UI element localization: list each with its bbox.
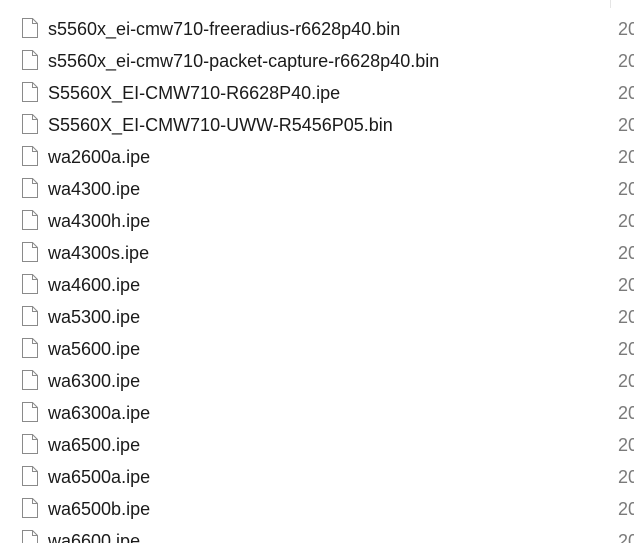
file-row[interactable]: s5560x_ei-cmw710-packet-capture-r6628p40… xyxy=(0,45,634,77)
file-row[interactable]: wa6300.ipe 20 xyxy=(0,365,634,397)
file-name: wa4600.ipe xyxy=(48,275,141,295)
file-row[interactable]: wa6500.ipe 20 xyxy=(0,429,634,461)
file-row[interactable]: wa4600.ipe 20 xyxy=(0,269,634,301)
file-name: wa6300a.ipe xyxy=(48,403,151,423)
file-date-modified: 20 xyxy=(618,179,634,199)
file-row[interactable]: wa4300s.ipe 20 xyxy=(0,237,634,269)
file-name: wa5600.ipe xyxy=(48,339,141,359)
file-icon xyxy=(21,145,39,167)
file-name: wa4300.ipe xyxy=(48,179,141,199)
file-date-modified: 20 xyxy=(618,115,634,135)
file-name: wa4300h.ipe xyxy=(48,211,151,231)
file-name: wa5300.ipe xyxy=(48,307,141,327)
file-name: s5560x_ei-cmw710-freeradius-r6628p40.bin xyxy=(48,19,401,39)
file-date-modified: 20 xyxy=(618,211,634,231)
file-icon xyxy=(21,529,39,543)
file-list: s5560x_ei-cmw710-freeradius-r6628p40.bin… xyxy=(0,0,634,543)
file-name: S5560X_EI-CMW710-R6628P40.ipe xyxy=(48,83,341,103)
file-row[interactable]: wa5300.ipe 20 xyxy=(0,301,634,333)
file-name: wa6500a.ipe xyxy=(48,467,151,487)
file-date-modified: 20 xyxy=(618,403,634,423)
file-date-modified: 20 xyxy=(618,467,634,487)
file-name: wa6600.ipe xyxy=(48,531,141,543)
file-date-modified: 20 xyxy=(618,147,634,167)
file-date-modified: 20 xyxy=(618,531,634,543)
file-icon xyxy=(21,209,39,231)
file-icon xyxy=(21,337,39,359)
file-icon xyxy=(21,49,39,71)
file-icon xyxy=(21,273,39,295)
file-date-modified: 20 xyxy=(618,83,634,103)
file-date-modified: 20 xyxy=(618,371,634,391)
file-name: S5560X_EI-CMW710-UWW-R5456P05.bin xyxy=(48,115,393,135)
file-row[interactable]: wa6600.ipe 20 xyxy=(0,525,634,543)
file-row[interactable]: wa6500a.ipe 20 xyxy=(0,461,634,493)
column-divider[interactable] xyxy=(610,0,611,8)
file-icon xyxy=(21,81,39,103)
file-date-modified: 20 xyxy=(618,499,634,519)
file-row[interactable]: wa2600a.ipe 20 xyxy=(0,141,634,173)
file-row[interactable]: wa6300a.ipe 20 xyxy=(0,397,634,429)
file-icon xyxy=(21,401,39,423)
file-icon xyxy=(21,305,39,327)
file-icon xyxy=(21,497,39,519)
file-date-modified: 20 xyxy=(618,307,634,327)
file-date-modified: 20 xyxy=(618,339,634,359)
file-row[interactable]: wa4300.ipe 20 xyxy=(0,173,634,205)
file-icon xyxy=(21,17,39,39)
file-name: wa6500b.ipe xyxy=(48,499,151,519)
file-icon xyxy=(21,433,39,455)
file-name: wa2600a.ipe xyxy=(48,147,151,167)
file-icon xyxy=(21,113,39,135)
file-row[interactable]: s5560x_ei-cmw710-freeradius-r6628p40.bin… xyxy=(0,13,634,45)
file-date-modified: 20 xyxy=(618,435,634,455)
file-icon xyxy=(21,177,39,199)
file-date-modified: 20 xyxy=(618,243,634,263)
file-date-modified: 20 xyxy=(618,51,634,71)
file-date-modified: 20 xyxy=(618,19,634,39)
file-row[interactable]: S5560X_EI-CMW710-UWW-R5456P05.bin 20 xyxy=(0,109,634,141)
file-name: wa4300s.ipe xyxy=(48,243,150,263)
file-name: wa6500.ipe xyxy=(48,435,141,455)
file-row[interactable]: S5560X_EI-CMW710-R6628P40.ipe 20 xyxy=(0,77,634,109)
file-icon xyxy=(21,241,39,263)
file-row[interactable]: wa4300h.ipe 20 xyxy=(0,205,634,237)
file-row[interactable]: wa5600.ipe 20 xyxy=(0,333,634,365)
file-icon xyxy=(21,369,39,391)
file-icon xyxy=(21,465,39,487)
file-date-modified: 20 xyxy=(618,275,634,295)
file-name: s5560x_ei-cmw710-packet-capture-r6628p40… xyxy=(48,51,440,71)
file-row[interactable]: wa6500b.ipe 20 xyxy=(0,493,634,525)
file-name: wa6300.ipe xyxy=(48,371,141,391)
